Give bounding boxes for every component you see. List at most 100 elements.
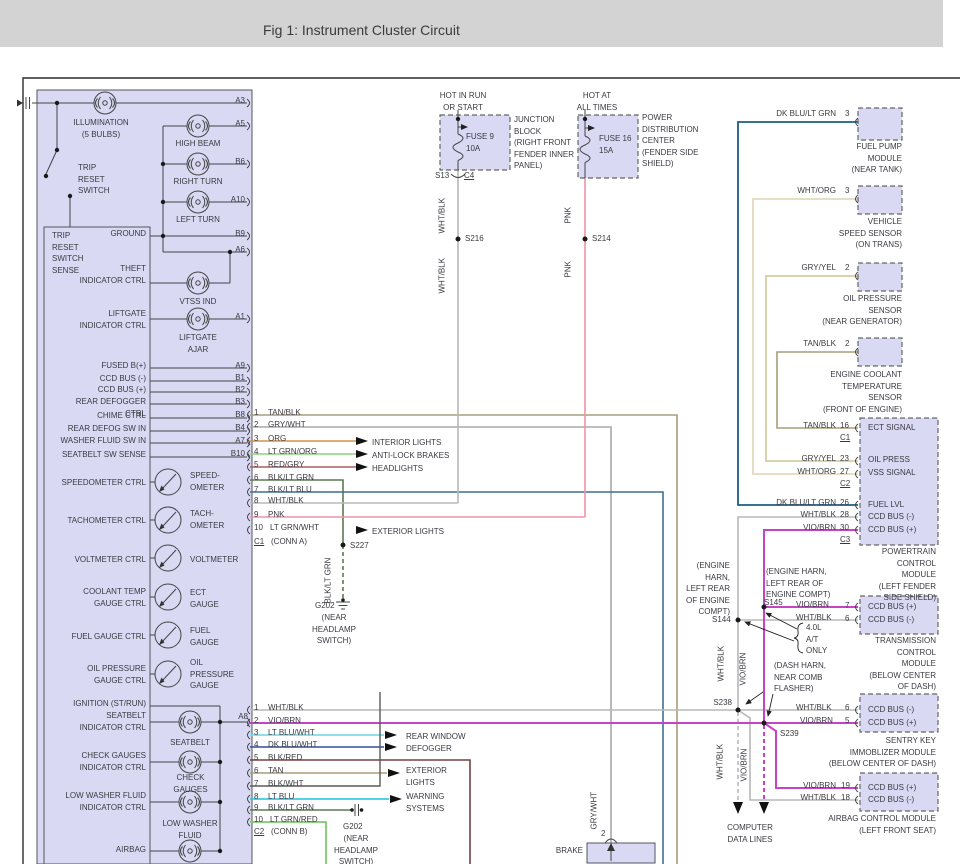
c2-pin-1-color: WHT/BLK [268,702,304,714]
oil-sensor-wire-label: GRY/YEL [766,262,836,274]
c2-pin-7-num: 7 [254,778,258,790]
ect-sensor-box [858,338,902,366]
pin-b9: B9 [215,228,245,240]
fuel-gauge-ctrl-label: FUEL GAUGE CTRL [56,631,146,643]
c1-pin-4-color: LT GRN/ORG [268,446,317,458]
vio-brn-vlabel-1: VIO/BRN [738,653,750,686]
pcm-label: POWERTRAIN CONTROL MODULE (LEFT FENDER S… [846,546,936,604]
airbag-wire-18-label: WHT/BLK [766,792,836,804]
ect-sensor-label: ENGINE COOLANT TEMPERATURE SENSOR (FRONT… [822,369,902,415]
left-turn-label: LEFT TURN [170,214,226,226]
at-only-brace [794,623,803,653]
tachometer-ctrl-label: TACHOMETER CTRL [56,515,146,527]
c2-pin-3-num: 3 [254,727,258,739]
pcm-c2-ref: C2 [840,478,850,490]
pcm-wire-23-label: GRY/YEL [766,453,836,465]
c2-pin-7-color: BLK/WHT [268,778,304,790]
pin-a9: A9 [215,360,245,372]
pcm-wire-27-label: WHT/ORG [766,466,836,478]
c2-pin-8-num: 8 [254,791,258,803]
c1-pin-5-color: RED/GRY [268,459,304,471]
c1-pin-5-num: 5 [254,459,258,471]
pcm-wire-16-label: TAN/BLK [766,420,836,432]
wht-blk-vlabel-2: WHT/BLK [437,258,449,294]
pin-b8: B8 [215,409,245,421]
right-turn-label: RIGHT TURN [170,176,226,188]
pin-b4: B4 [215,422,245,434]
brake-label: BRAKE [548,845,583,857]
interior-lights-label: INTERIOR LIGHTS [372,437,441,449]
c1-pin-10-num: 10 [254,522,263,534]
c2-pin-8-color: LT BLU [268,791,294,803]
fuel-pump-module-box [858,108,902,140]
pcm-row-ect: ECT SIGNAL [868,422,915,434]
fuse16-label: FUSE 16 [599,133,631,145]
pin-a6: A6 [215,244,245,256]
tcm-pin-6: 6 [845,613,849,625]
c1-pin-3-color: ORG [268,433,286,445]
liftgate-ajar-label: LIFTGATE AJAR [172,332,224,355]
vio-brn-vlabel-2: VIO/BRN [739,749,751,782]
g202-a-label: G202 [315,600,335,612]
power-dist-label: POWER DISTRIBUTION CENTER (FENDER SIDE S… [642,112,698,170]
wht-blk-vlabel-1: WHT/BLK [437,198,449,234]
c2-pin-10-num: 10 [254,814,263,826]
pnk-vlabel-1: PNK [563,207,575,223]
c2-pin-4-num: 4 [254,739,258,751]
c1-pin-2-num: 2 [254,419,258,431]
pin-a7: A7 [215,435,245,447]
c1-pin-8-color: WHT/BLK [268,495,304,507]
c1-ref: C1 [254,536,264,548]
sentry-pin-6: 6 [845,702,849,714]
pcm-pin-28: 28 [840,509,849,521]
vss-pin: 3 [845,185,849,197]
pin-b2: B2 [215,384,245,396]
hot-in-run-label: HOT IN RUN OR START [430,90,496,113]
anti-lock-arrow [356,450,368,458]
washer-fluid-sw-label: WASHER FLUID SW IN [56,435,146,447]
data-line-arrow-2 [759,802,769,814]
c1-pin-10-color: LT GRN/WHT [270,522,319,534]
sentry-row-ccd-pos: CCD BUS (+) [868,717,916,729]
tcm-label: TRANSMISSION CONTROL MODULE (BELOW CENTE… [846,635,936,693]
headlights-label: HEADLIGHTS [372,463,423,475]
c2-pin-4-color: DK BLU/WHT [268,739,317,751]
ground-label: GROUND [96,228,146,240]
c1-pin-3-num: 3 [254,433,258,445]
fuel-pump-label: FUEL PUMP MODULE (NEAR TANK) [832,141,902,176]
wiring-diagram-page: Fig 1: Instrument Cluster Circuit [0,0,960,864]
sentry-wire-6-label: WHT/BLK [796,702,832,714]
pcm-c3-ref: C3 [840,534,850,546]
c1-pin-6-num: 6 [254,472,258,484]
engine-harn-2-label: (ENGINE HARN, LEFT REAR OF ENGINE COMPT) [766,566,830,601]
exterior-lights-a-label: EXTERIOR LIGHTS [372,526,444,538]
anti-lock-brakes-label: ANTI-LOCK BRAKES [372,450,449,462]
pcm-wire-30-label: VIO/BRN [766,522,836,534]
oil-gauge-label: OIL PRESSURE GAUGE [190,657,234,692]
liftgate-ctrl-label: LIFTGATE INDICATOR CTRL [66,308,146,331]
wht-blk-vlabel-3: WHT/BLK [716,646,728,682]
check-gauges-ctrl-label: CHECK GAUGES INDICATOR CTRL [66,750,146,773]
airbag-label: AIRBAG CONTROL MODULE (LEFT FRONT SEAT) [826,813,936,836]
seatbelt-sw-label: SEATBELT SW SENSE [56,449,146,461]
s239-dot [762,721,767,726]
pin-b10: B10 [215,448,245,460]
dash-harn-label: (DASH HARN, NEAR COMB FLASHER) [774,660,826,695]
c1-pin-7-color: BLK/LT BLU [268,484,312,496]
s216-dot [456,237,461,242]
pcm-pin-16: 16 [840,420,849,432]
c2-pin-3-color: LT BLU/WHT [268,727,315,739]
c1-pin-9-color: PNK [268,509,284,521]
voltmeter-label: VOLTMETER [190,554,238,566]
c2-pin-6-color: TAN [268,765,283,777]
fuse9-label: FUSE 9 [466,131,494,143]
pcm-row-oil: OIL PRESS [868,454,910,466]
pcm-pin-27: 27 [840,466,849,478]
airbag-pin-19: 19 [841,780,850,792]
check-gauges-label: CHECK GAUGES [168,772,213,795]
c1-conn-label: (CONN A) [271,536,307,548]
tcm-wire-7-label: VIO/BRN [796,599,829,611]
s238-dot [736,708,741,713]
ignition-label: IGNITION (ST/RUN) [56,698,146,710]
oil-pressure-sensor-box [858,263,902,291]
